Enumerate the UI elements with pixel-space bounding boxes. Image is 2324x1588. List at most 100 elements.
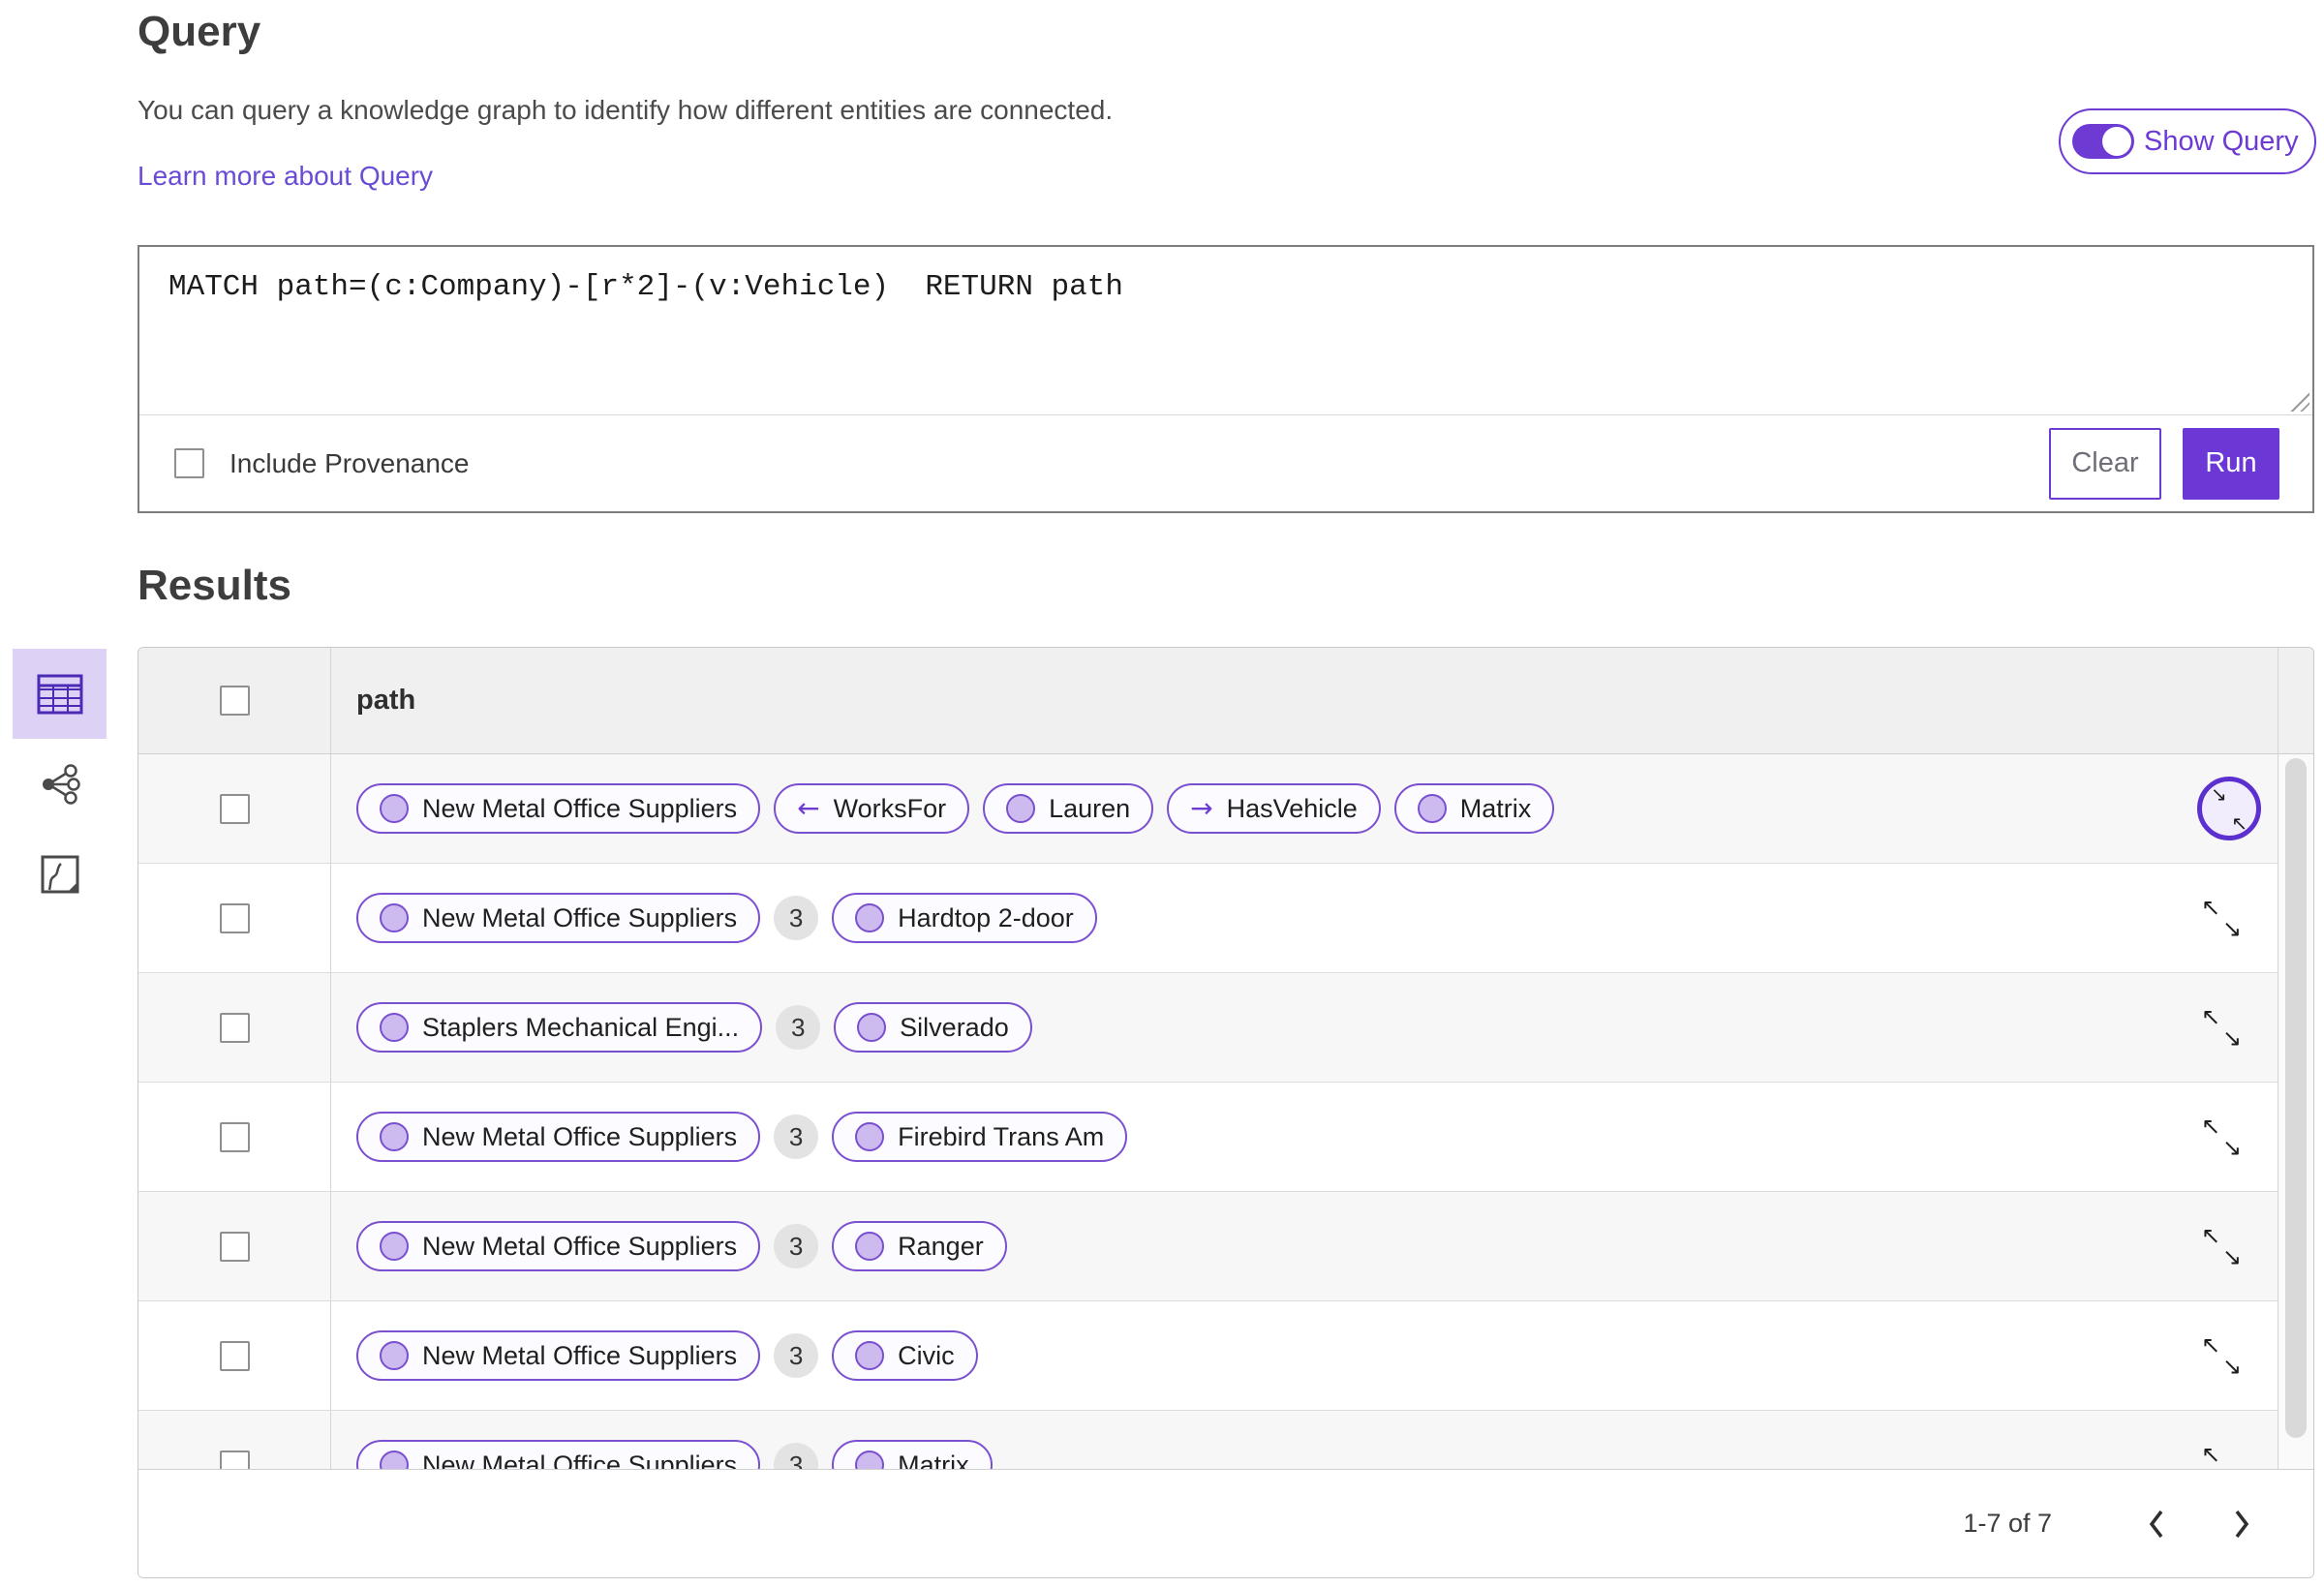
- row-checkbox-cell: [138, 1192, 331, 1300]
- expand-row-button[interactable]: ↖↘: [2201, 1222, 2242, 1270]
- expand-arrow-icon: ↖: [2201, 1003, 2221, 1030]
- node-pill[interactable]: New Metal Office Suppliers: [356, 893, 761, 943]
- node-pill[interactable]: Lauren: [983, 783, 1154, 834]
- query-textarea[interactable]: MATCH path=(c:Company)-[r*2]-(v:Vehicle)…: [139, 247, 2312, 415]
- node-circle-icon: [855, 1341, 885, 1370]
- node-pill[interactable]: New Metal Office Suppliers: [356, 1221, 761, 1271]
- expand-arrow-icon: ↘: [2221, 1243, 2242, 1270]
- path-column-header: path: [356, 685, 416, 716]
- collapsed-count-badge[interactable]: 3: [776, 1005, 821, 1050]
- expand-row-button[interactable]: ↖↘: [2201, 1003, 2242, 1052]
- node-circle-icon: [380, 1451, 409, 1471]
- select-all-checkbox[interactable]: [219, 686, 250, 716]
- clear-button[interactable]: Clear: [2049, 427, 2161, 500]
- query-panel-footer: Include Provenance Clear Run: [139, 415, 2312, 511]
- node-pill[interactable]: New Metal Office Suppliers: [356, 783, 761, 834]
- expand-arrow-icon: ↘: [2221, 915, 2242, 942]
- row-checkbox[interactable]: [219, 1121, 250, 1152]
- node-circle-icon: [855, 1122, 885, 1151]
- scrollbar-thumb[interactable]: [2285, 758, 2307, 1438]
- select-all-cell: [138, 648, 331, 753]
- query-panel: MATCH path=(c:Company)-[r*2]-(v:Vehicle)…: [138, 245, 2314, 513]
- collapse-arrow-icon: ↖: [2231, 811, 2248, 835]
- expand-row-button[interactable]: ↖↘: [2201, 894, 2242, 942]
- scrollbar-track[interactable]: [2278, 754, 2313, 1471]
- row-checkbox[interactable]: [219, 1012, 250, 1043]
- resize-grip[interactable]: [2286, 388, 2309, 412]
- row-checkbox-cell: [138, 973, 331, 1082]
- path-cell: New Metal Office Suppliers ← WorksFor Laure…: [331, 754, 2313, 863]
- expand-arrow-icon: ↖: [2201, 894, 2221, 921]
- expand-row-button[interactable]: ↖↘: [2201, 1331, 2242, 1380]
- node-pill[interactable]: Civic: [832, 1330, 978, 1381]
- table-view-button[interactable]: [13, 649, 107, 739]
- path-cell: New Metal Office Suppliers 3 Ranger: [331, 1192, 2313, 1300]
- map-view-button[interactable]: [13, 829, 107, 919]
- row-checkbox-cell: [138, 864, 331, 972]
- include-provenance-label: Include Provenance: [229, 447, 470, 478]
- collapse-arrow-icon: ↘: [2211, 782, 2227, 806]
- node-pill[interactable]: Matrix: [832, 1440, 993, 1471]
- relationship-label: WorksFor: [833, 793, 947, 823]
- collapsed-count-badge[interactable]: 3: [774, 1333, 819, 1378]
- row-checkbox-cell: [138, 1301, 331, 1410]
- node-pill[interactable]: New Metal Office Suppliers: [356, 1330, 761, 1381]
- row-checkbox[interactable]: [219, 902, 250, 933]
- expand-row-button[interactable]: ↖↘: [2201, 1113, 2242, 1161]
- node-pill[interactable]: Firebird Trans Am: [832, 1112, 1128, 1162]
- node-pill[interactable]: New Metal Office Suppliers: [356, 1112, 761, 1162]
- row-checkbox[interactable]: [219, 793, 250, 824]
- node-circle-icon: [855, 1232, 885, 1261]
- results-heading: Results: [138, 562, 291, 609]
- node-circle-icon: [380, 794, 409, 823]
- relationship-pill[interactable]: ← WorksFor: [774, 783, 970, 834]
- page-description: You can query a knowledge graph to ident…: [138, 95, 1114, 125]
- collapsed-count-badge[interactable]: 3: [774, 896, 819, 940]
- node-label: New Metal Office Suppliers: [422, 1340, 738, 1370]
- pagination-range-label: 1-7 of 7: [1963, 1509, 2052, 1538]
- path-cell: New Metal Office Suppliers 3 Matrix: [331, 1411, 2313, 1471]
- table-row: New Metal Office Suppliers 3 Hardtop 2-doo…: [138, 864, 2313, 973]
- node-pill[interactable]: Hardtop 2-door: [832, 893, 1097, 943]
- pagination-next-button[interactable]: [2220, 1503, 2263, 1545]
- row-checkbox-cell: [138, 1083, 331, 1191]
- node-label: Staplers Mechanical Engi...: [422, 1012, 740, 1042]
- collapsed-count-badge[interactable]: 3: [774, 1115, 819, 1159]
- run-button[interactable]: Run: [2183, 427, 2279, 500]
- include-provenance-checkbox[interactable]: [174, 448, 204, 478]
- results-table: path New Metal Office Suppliers ← WorksFor…: [138, 647, 2314, 1578]
- collapsed-count-badge[interactable]: 3: [774, 1443, 819, 1471]
- expand-arrow-icon: ↘: [2221, 1353, 2242, 1380]
- relationship-pill[interactable]: → HasVehicle: [1167, 783, 1381, 834]
- node-pill[interactable]: Ranger: [832, 1221, 1007, 1271]
- table-row: Staplers Mechanical Engi... 3 Silverado ↖ ↘: [138, 973, 2313, 1083]
- node-label: New Metal Office Suppliers: [422, 902, 738, 932]
- node-pill[interactable]: Staplers Mechanical Engi...: [356, 1002, 763, 1053]
- node-label: Civic: [898, 1340, 955, 1370]
- row-checkbox[interactable]: [219, 1340, 250, 1371]
- chevron-left-icon: [2149, 1510, 2163, 1538]
- row-checkbox[interactable]: [219, 1231, 250, 1262]
- expand-arrow-icon: ↘: [2221, 1024, 2242, 1052]
- node-label: New Metal Office Suppliers: [422, 1231, 738, 1261]
- row-checkbox-cell: [138, 754, 331, 863]
- arrow-left-icon: ←: [797, 792, 820, 824]
- node-circle-icon: [380, 1232, 409, 1261]
- node-label: Lauren: [1049, 793, 1131, 823]
- expand-row-button[interactable]: ↖↘: [2201, 1441, 2242, 1471]
- toggle-switch-icon[interactable]: [2072, 124, 2134, 159]
- node-label: Ranger: [898, 1231, 984, 1261]
- show-query-toggle[interactable]: Show Query: [2059, 108, 2316, 174]
- node-pill[interactable]: Matrix: [1393, 783, 1555, 834]
- collapsed-count-badge[interactable]: 3: [774, 1224, 819, 1268]
- node-pill[interactable]: Silverado: [834, 1002, 1032, 1053]
- table-row: New Metal Office Suppliers ← WorksFor Laure…: [138, 754, 2313, 864]
- learn-more-link[interactable]: Learn more about Query: [138, 161, 433, 192]
- graph-view-button[interactable]: [13, 739, 107, 829]
- row-checkbox[interactable]: [219, 1450, 250, 1471]
- pagination-prev-button[interactable]: [2135, 1503, 2178, 1545]
- collapse-row-button[interactable]: ↘ ↖: [2197, 777, 2261, 840]
- node-circle-icon: [855, 903, 885, 932]
- node-label: New Metal Office Suppliers: [422, 793, 738, 823]
- node-pill[interactable]: New Metal Office Suppliers: [356, 1440, 761, 1471]
